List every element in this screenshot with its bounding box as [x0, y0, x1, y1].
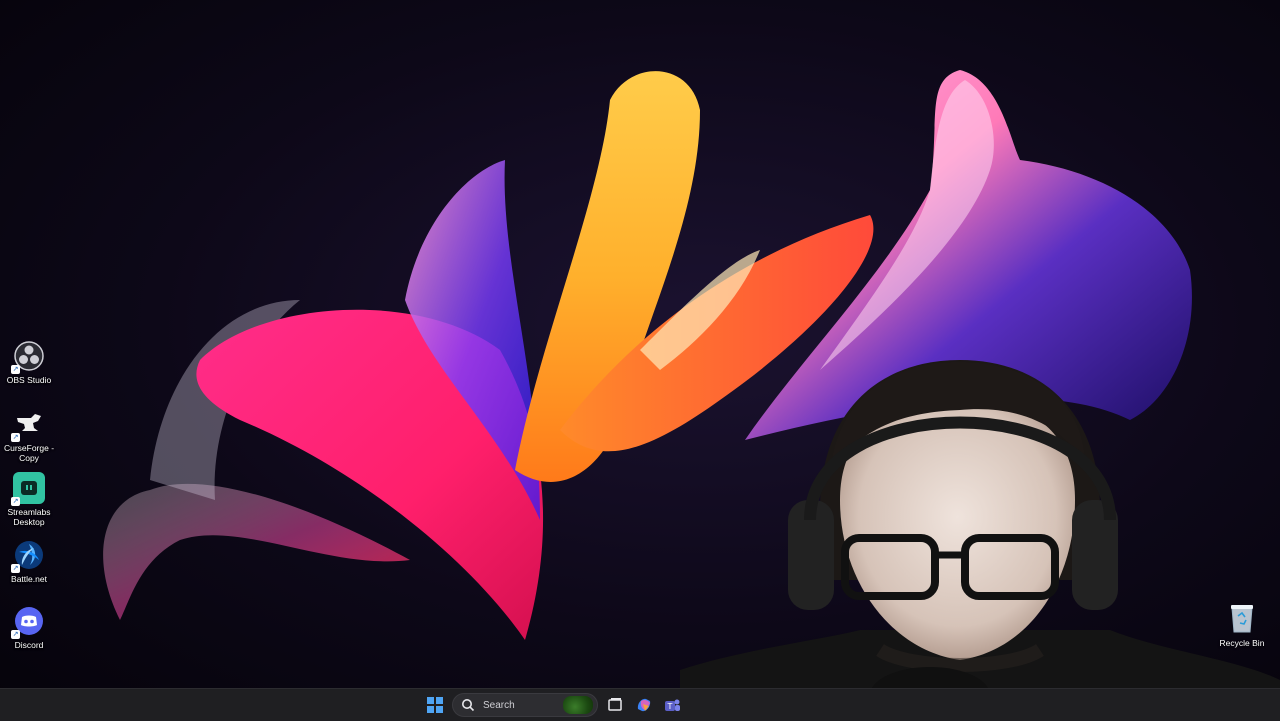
desktop-icon-label: OBS Studio — [6, 375, 52, 385]
desktop-icon-streamlabs[interactable]: ↗ Streamlabs Desktop — [0, 472, 58, 532]
desktop-icon-obs-studio[interactable]: ↗ OBS Studio — [0, 340, 58, 400]
copilot-icon[interactable] — [634, 695, 654, 715]
teams-icon[interactable]: T — [662, 695, 682, 715]
webcam-overlay — [680, 360, 1280, 688]
streamlabs-icon: ↗ — [11, 472, 45, 506]
task-view-icon[interactable] — [605, 695, 625, 715]
shortcut-arrow-icon: ↗ — [11, 630, 20, 639]
desktop-icon-curseforge[interactable]: ↗ CurseForge - Copy — [0, 408, 58, 468]
shortcut-arrow-icon: ↗ — [11, 564, 20, 573]
taskbar-search-box[interactable]: Search — [452, 693, 598, 717]
shortcut-arrow-icon: ↗ — [11, 433, 20, 442]
search-placeholder: Search — [483, 699, 515, 711]
discord-icon: ↗ — [11, 605, 45, 639]
desktop-icon-label: Streamlabs Desktop — [7, 507, 51, 527]
taskbar: Search T — [0, 688, 1280, 721]
desktop-icon-label: Battle.net — [11, 574, 47, 584]
desktop-icon-battlenet[interactable]: ↗ Battle.net — [0, 539, 58, 599]
search-icon — [462, 699, 475, 712]
obs-studio-icon: ↗ — [11, 340, 45, 374]
svg-text:T: T — [667, 702, 673, 711]
desktop-icon-discord[interactable]: ↗ Discord — [0, 605, 58, 665]
desktop-icon-label: CurseForge - Copy — [3, 443, 55, 463]
shortcut-arrow-icon: ↗ — [11, 365, 20, 374]
battlenet-icon: ↗ — [11, 539, 45, 573]
windows-start-icon[interactable] — [424, 694, 446, 716]
curseforge-icon: ↗ — [11, 408, 45, 442]
search-highlight-icon — [563, 696, 593, 714]
desktop-icon-label: Discord — [14, 640, 44, 650]
shortcut-arrow-icon: ↗ — [11, 497, 20, 506]
